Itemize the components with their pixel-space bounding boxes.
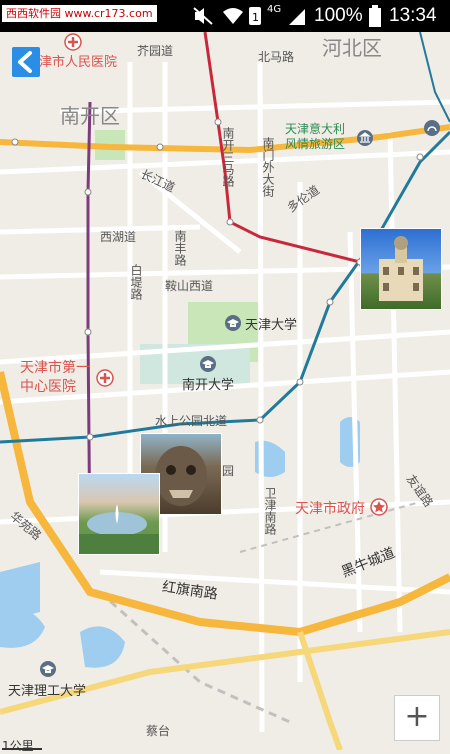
road-label: 卫津南路 — [263, 487, 277, 535]
school-icon[interactable] — [224, 314, 242, 332]
poi-label[interactable]: 天津意大利风情旅游区 — [285, 122, 353, 152]
road-label: 南丰路 — [173, 230, 187, 266]
zoom-in-icon: + — [404, 699, 430, 734]
back-button[interactable] — [12, 47, 40, 77]
chevron-left-icon — [18, 51, 32, 73]
lake — [80, 626, 125, 668]
poi-label[interactable]: 天津理工大学 — [8, 680, 86, 699]
museum-icon[interactable] — [356, 129, 374, 147]
road-label: 北马路 — [258, 50, 295, 64]
school-icon[interactable] — [39, 660, 57, 678]
sim-icon: 1 — [249, 7, 261, 25]
road-label: 园 — [222, 464, 235, 478]
building-photo-icon — [379, 236, 423, 301]
hospital-icon[interactable] — [64, 33, 82, 51]
road-label: 蔡台 — [146, 724, 171, 738]
zoom-in-button[interactable]: + — [394, 695, 440, 741]
road-label: 南门外大街 — [261, 137, 275, 197]
mute-vibrate-icon — [193, 7, 213, 25]
station-icon[interactable] — [423, 119, 441, 137]
school-icon[interactable] — [199, 355, 217, 373]
hospital-icon[interactable] — [96, 369, 114, 387]
battery-text: 100% — [314, 5, 363, 26]
poi-label[interactable]: 天津市第一中心医院 — [20, 359, 94, 397]
road-label: 白堤路 — [129, 264, 143, 300]
lake — [0, 562, 40, 622]
poi-label[interactable]: 天津大学 — [245, 314, 297, 333]
government-star-icon[interactable] — [370, 498, 388, 516]
park-photo-icon — [79, 504, 159, 554]
svg-text:1: 1 — [252, 11, 259, 24]
road-label: 芥园道 — [137, 44, 174, 58]
poi-label[interactable]: 天津市政府 — [295, 498, 365, 518]
road-label: 西湖道 — [100, 230, 137, 244]
photo-marker-park[interactable] — [78, 473, 160, 555]
road-label: 鞍山西道 — [165, 279, 214, 293]
status-bar: 西西软件园 www.cr173.com 1 4G 100% 13:34 — [0, 0, 450, 32]
district-label: 南开区 — [60, 104, 120, 128]
watermark: 西西软件园 www.cr173.com — [2, 5, 157, 22]
clock: 13:34 — [389, 5, 437, 26]
map-canvas[interactable]: 河北区 南开区 芥园道 北马路 南开三马路 南门外大街 长江道 多伦道 西湖道 … — [0, 32, 450, 753]
battery-icon — [369, 5, 381, 27]
network-label: 4G — [267, 4, 282, 15]
signal-icon — [289, 9, 305, 25]
expressway — [0, 629, 450, 715]
wifi-icon — [223, 8, 243, 24]
district-label: 河北区 — [322, 36, 382, 60]
road-label: 水上公园北道 — [155, 414, 228, 428]
photo-marker-building[interactable] — [360, 228, 442, 310]
metro-line-blue — [419, 32, 450, 123]
road-label: 南开三马路 — [221, 127, 235, 187]
scale-label: 1公里 — [2, 739, 34, 753]
poi-label[interactable]: 南开大学 — [182, 374, 234, 393]
